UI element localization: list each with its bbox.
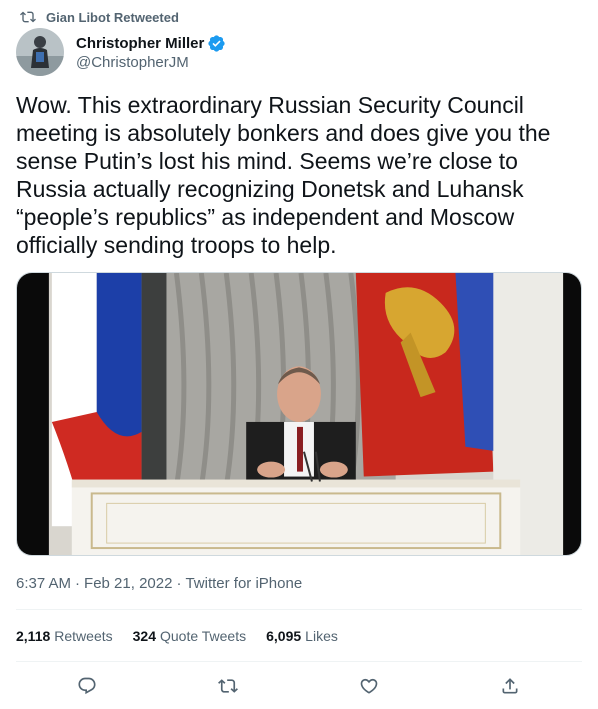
author-handle[interactable]: @ChristopherJM [76,54,226,71]
meta-separator: · [75,575,81,592]
share-icon [502,678,518,694]
author-display-name[interactable]: Christopher Miller [76,35,204,52]
quote-tweets-count: 324 [132,628,156,644]
retweet-icon [20,9,36,25]
reply-button[interactable] [75,674,99,698]
retweet-context-label: Gian Libot Retweeted [46,9,179,25]
avatar[interactable] [16,28,64,76]
like-button[interactable] [357,674,381,698]
retweet-button[interactable] [216,674,240,698]
reply-icon [78,677,96,695]
retweet-context[interactable]: Gian Libot Retweeted [20,8,179,26]
retweets-count: 2,118 [16,628,51,644]
tweet-author: Christopher Miller @ChristopherJM [16,28,576,78]
verified-badge-icon [207,34,226,53]
divider [16,661,582,662]
tweet-text: Wow. This extraordinary Russian Security… [16,92,551,258]
tweet-source[interactable]: Twitter for iPhone [185,575,302,592]
tweet-actions [16,668,582,704]
retweets-label: Retweets [54,628,113,644]
retweets-stat[interactable]: 2,118 Retweets [16,628,113,644]
quote-tweets-stat[interactable]: 324 Quote Tweets [133,628,247,644]
divider [16,609,582,610]
quote-tweets-label: Quote Tweets [159,628,247,644]
tweet-date[interactable]: Feb 21, 2022 [84,575,172,592]
likes-count: 6,095 [266,628,302,644]
tweet-time[interactable]: 6:37 AM [16,575,71,592]
like-icon [360,678,378,694]
retweet-icon [218,679,238,693]
likes-stat[interactable]: 6,095 Likes [266,628,338,644]
likes-label: Likes [305,628,338,644]
tweet-stats: 2,118 Retweets 324 Quote Tweets 6,095 Likes [16,628,358,644]
tweet-media-image[interactable] [16,272,582,556]
share-button[interactable] [498,674,522,698]
meta-separator: · [176,575,182,592]
tweet-meta: 6:37 AM · Feb 21, 2022 · Twitter for iPh… [16,575,306,592]
